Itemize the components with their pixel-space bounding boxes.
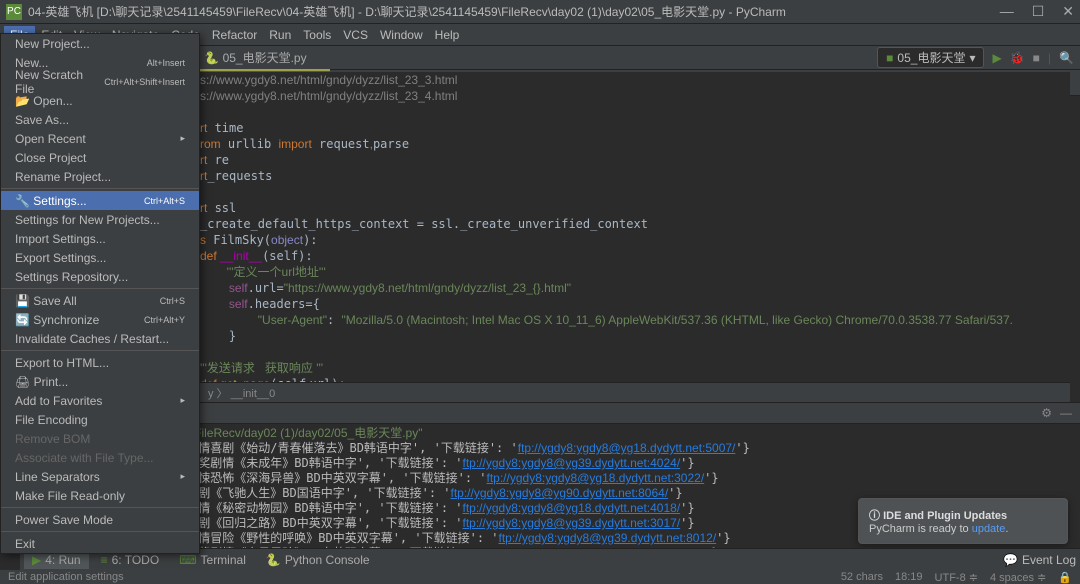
menu-item-settings[interactable]: 🔧 Settings...Ctrl+Alt+S — [1, 191, 199, 210]
menu-item-file-encoding[interactable]: File Encoding — [1, 410, 199, 429]
menu-item-export-settings[interactable]: Export Settings... — [1, 248, 199, 267]
menu-item-close-project[interactable]: Close Project — [1, 148, 199, 167]
menu-item-save-as[interactable]: Save As... — [1, 110, 199, 129]
menu-item-remove-bom: Remove BOM — [1, 429, 199, 448]
separator: | — [1048, 51, 1051, 65]
menu-item-associate-with-file-type: Associate with File Type... — [1, 448, 199, 467]
menu-item-line-separators[interactable]: Line Separators▸ — [1, 467, 199, 486]
menu-item-print[interactable]: 🖨 Print... — [1, 372, 199, 391]
event-log-button[interactable]: Event Log — [1022, 553, 1076, 567]
run-button[interactable]: ▶ — [992, 51, 1001, 65]
close-button[interactable]: ✕ — [1062, 3, 1074, 20]
bottom-tab-python-console[interactable]: 🐍Python Console — [258, 551, 378, 569]
update-link[interactable]: update — [972, 523, 1006, 535]
menu-item-synchronize[interactable]: 🔄 SynchronizeCtrl+Alt+Y — [1, 310, 199, 329]
status-chars: 52 chars — [841, 571, 883, 584]
menu-help[interactable]: Help — [429, 26, 466, 44]
menu-item-invalidate-caches-restart[interactable]: Invalidate Caches / Restart... — [1, 329, 199, 348]
status-bar: Edit application settings 52 chars 18:19… — [0, 570, 1080, 584]
search-button[interactable]: 🔍 — [1059, 51, 1074, 65]
chevron-down-icon: ▾ — [969, 51, 975, 65]
minimize-tool-icon[interactable]: — — [1060, 406, 1072, 420]
maximize-button[interactable]: ☐ — [1032, 3, 1045, 20]
editor-breadcrumb[interactable]: y 〉 __init__0 — [200, 382, 1070, 402]
run-config-icon: ■ — [886, 51, 893, 65]
status-indent[interactable]: 4 spaces ≑ — [990, 571, 1046, 584]
minimize-button[interactable]: — — [1000, 3, 1014, 20]
app-icon: PC — [6, 4, 22, 20]
menu-item-make-file-read-only[interactable]: Make File Read-only — [1, 486, 199, 505]
menu-window[interactable]: Window — [374, 26, 429, 44]
file-menu-dropdown: New Project...New...Alt+InsertNew Scratc… — [0, 33, 200, 554]
menu-item-rename-project[interactable]: Rename Project... — [1, 167, 199, 186]
menu-item-new-project[interactable]: New Project... — [1, 34, 199, 53]
run-config-name: 05_电影天堂 — [897, 49, 965, 66]
menu-tools[interactable]: Tools — [297, 26, 337, 44]
menu-refactor[interactable]: Refactor — [206, 26, 263, 44]
menu-item-save-all[interactable]: 💾 Save AllCtrl+S — [1, 291, 199, 310]
gear-icon[interactable]: ⚙ — [1041, 406, 1052, 420]
notification-popup[interactable]: ⓘ IDE and Plugin Updates PyCharm is read… — [858, 498, 1068, 544]
status-hint: Edit application settings — [8, 571, 124, 583]
run-config-selector[interactable]: ■ 05_电影天堂 ▾ — [877, 47, 984, 68]
window-title: 04-英雄飞机 [D:\聊天记录\2541145459\FileRecv\04-… — [28, 3, 1000, 20]
lock-icon[interactable]: 🔒 — [1058, 571, 1072, 584]
menu-item-settings-repository[interactable]: Settings Repository... — [1, 267, 199, 286]
menu-item-import-settings[interactable]: Import Settings... — [1, 229, 199, 248]
menu-item-export-to-html[interactable]: Export to HTML... — [1, 353, 199, 372]
menu-item-power-save-mode[interactable]: Power Save Mode — [1, 510, 199, 529]
notif-msg: PyCharm is ready to — [869, 523, 972, 535]
menu-item-exit[interactable]: Exit — [1, 534, 199, 553]
status-encoding[interactable]: UTF-8 ≑ — [935, 571, 978, 584]
menu-item-settings-for-new-projects[interactable]: Settings for New Projects... — [1, 210, 199, 229]
code-editor[interactable]: s://www.ygdy8.net/html/gndy/dyzz/list_23… — [200, 72, 1070, 382]
menu-item-open-recent[interactable]: Open Recent▸ — [1, 129, 199, 148]
menu-item-add-to-favorites[interactable]: Add to Favorites▸ — [1, 391, 199, 410]
title-bar: PC 04-英雄飞机 [D:\聊天记录\2541145459\FileRecv\… — [0, 0, 1080, 24]
breadcrumb-item[interactable]: 🐍 05_电影天堂.py — [204, 49, 306, 66]
menu-item-new-scratch-file[interactable]: New Scratch FileCtrl+Alt+Shift+Insert — [1, 72, 199, 91]
debug-button[interactable]: 🐞 — [1010, 51, 1025, 65]
stop-button[interactable]: ■ — [1033, 51, 1040, 65]
menu-run[interactable]: Run — [263, 26, 297, 44]
menu-vcs[interactable]: VCS — [337, 26, 374, 44]
status-caret[interactable]: 18:19 — [895, 571, 923, 584]
notif-title: IDE and Plugin Updates — [883, 510, 1007, 522]
